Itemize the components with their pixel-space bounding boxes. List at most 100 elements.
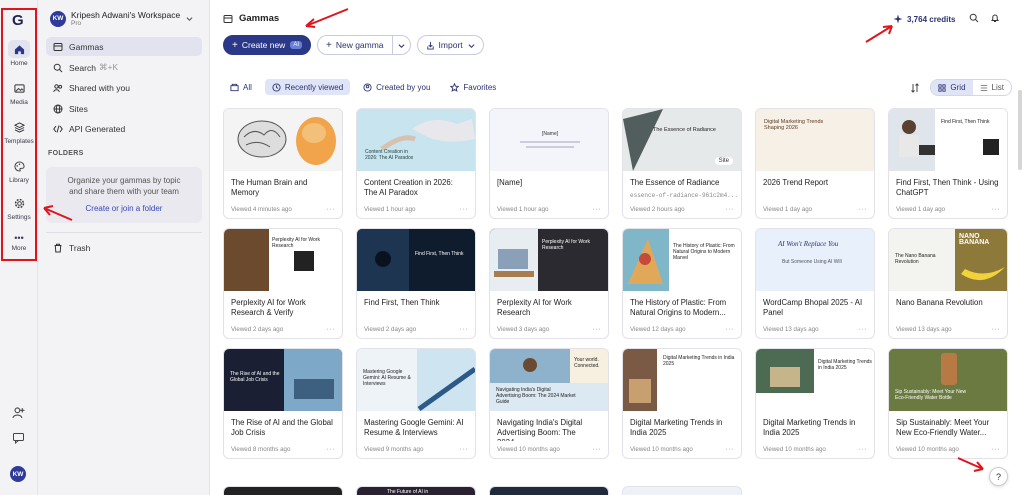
import-button[interactable]: Import xyxy=(416,35,484,55)
gamma-card[interactable]: The History of Plastic: From Natural Ori… xyxy=(622,228,742,339)
gamma-card[interactable]: Mastering Google Gemini: AI Resume & Int… xyxy=(356,348,476,459)
more-dots-icon[interactable]: ··· xyxy=(593,446,602,453)
sidebar-item-search[interactable]: Search ⌘+K xyxy=(46,58,202,77)
grid-view-button[interactable]: Grid xyxy=(931,80,973,95)
thumb-text: [Name] xyxy=(542,131,559,137)
more-dots-icon[interactable]: ··· xyxy=(726,326,735,333)
gamma-card[interactable]: The Essence of Radiance Site The Essence… xyxy=(622,108,742,219)
avatar[interactable]: KW xyxy=(10,466,26,482)
more-dots-icon[interactable]: ··· xyxy=(859,446,868,453)
more-dots-icon[interactable]: ··· xyxy=(593,206,602,213)
tab-recently-viewed[interactable]: Recently viewed xyxy=(264,79,351,95)
gamma-card[interactable]: Find First, Then Think Find First, Then … xyxy=(888,108,1008,219)
rail-templates[interactable]: Templates xyxy=(3,118,35,145)
help-button[interactable]: ? xyxy=(989,467,1008,486)
gamma-card[interactable]: The Human Brain and Memory Viewed 4 minu… xyxy=(223,108,343,219)
gamma-card[interactable]: The Rise of AI and the Global Job Crisis… xyxy=(223,348,343,459)
folder-icon xyxy=(230,83,239,91)
gamma-card[interactable]: NANO BANANA The Nano Banana Revolution N… xyxy=(888,228,1008,339)
card-title: 2026 Trend Report xyxy=(763,178,829,187)
chevron-down-icon xyxy=(398,43,405,48)
workspace-switcher[interactable]: KW Kripesh Adwani's Workspace Pro xyxy=(50,10,193,27)
card-title: Find First, Then Think xyxy=(364,298,440,307)
rail-templates-label: Templates xyxy=(4,138,34,145)
more-dots-icon[interactable]: ··· xyxy=(859,326,868,333)
tab-label: Created by you xyxy=(376,82,431,92)
sidebar-item-sites[interactable]: Sites xyxy=(46,99,202,118)
chat-icon[interactable] xyxy=(12,432,25,444)
sort-icon[interactable] xyxy=(910,82,920,93)
new-gamma-button[interactable]: + New gamma xyxy=(316,35,411,55)
workspace-avatar: KW xyxy=(50,10,66,27)
rail-more[interactable]: ••• More xyxy=(3,232,35,252)
list-view-button[interactable]: List xyxy=(973,80,1011,95)
sidebar-item-label: Trash xyxy=(69,242,91,253)
gamma-card[interactable] xyxy=(223,486,343,495)
rail-settings[interactable]: Settings xyxy=(3,194,35,221)
more-dots-icon[interactable]: ··· xyxy=(992,446,1001,453)
gamma-card[interactable] xyxy=(489,486,609,495)
more-dots-icon[interactable]: ··· xyxy=(327,206,336,213)
tab-favorites[interactable]: Favorites xyxy=(443,79,503,95)
more-dots-icon[interactable]: ··· xyxy=(992,206,1001,213)
rail-library[interactable]: Library xyxy=(3,157,35,184)
sidebar-divider xyxy=(46,232,202,233)
gamma-logo[interactable]: G xyxy=(12,12,26,29)
gamma-card[interactable]: Perplexity AI for Work Research Perplexi… xyxy=(489,228,609,339)
tab-all[interactable]: All xyxy=(223,79,259,95)
sidebar-item-label: API Generated xyxy=(69,123,126,134)
card-meta: Viewed 1 day ago xyxy=(896,206,946,213)
card-meta: Viewed 1 day ago xyxy=(763,206,813,213)
sidebar-item-gammas[interactable]: Gammas xyxy=(46,37,202,56)
create-folder-link[interactable]: Create or join a folder xyxy=(46,203,202,214)
page-title: Gammas xyxy=(223,13,279,24)
credits-indicator[interactable]: 3,764 credits xyxy=(893,14,955,24)
thumb-text: Digital Marketing Trends Shaping 2026 xyxy=(764,119,824,131)
more-dots-icon[interactable]: ··· xyxy=(726,446,735,453)
more-dots-icon[interactable]: ··· xyxy=(460,206,469,213)
rail-media[interactable]: Media xyxy=(3,79,35,106)
gamma-card[interactable]: Digital Marketing Trends Shaping 2026 20… xyxy=(755,108,875,219)
card-title: The Human Brain and Memory xyxy=(231,178,308,197)
gamma-card[interactable]: Digital Marketing Trends in India 2025 D… xyxy=(755,348,875,459)
tab-created-by-you[interactable]: Created by you xyxy=(356,79,437,95)
sidebar-item-api[interactable]: API Generated xyxy=(46,119,202,138)
scrollbar[interactable] xyxy=(1018,90,1022,170)
more-dots-icon[interactable]: ··· xyxy=(460,446,469,453)
credits-text: 3,764 credits xyxy=(907,14,956,24)
more-dots-icon[interactable]: ··· xyxy=(593,326,602,333)
gamma-card[interactable]: AI Won't Replace You But Someone Using A… xyxy=(755,228,875,339)
more-dots-icon[interactable]: ··· xyxy=(460,326,469,333)
more-dots-icon[interactable]: ··· xyxy=(859,206,868,213)
sidebar-item-trash[interactable]: Trash xyxy=(46,238,202,257)
robot-hand-icon xyxy=(357,109,475,171)
more-dots-icon[interactable]: ··· xyxy=(726,206,735,213)
gamma-card[interactable]: Find First, Then Think Find First, Then … xyxy=(356,228,476,339)
card-thumbnail: NANO BANANA The Nano Banana Revolution xyxy=(889,229,1007,291)
new-gamma-dropdown[interactable] xyxy=(391,35,410,55)
rail-home[interactable]: Home xyxy=(3,40,35,67)
add-user-icon[interactable] xyxy=(12,406,25,419)
more-dots-icon[interactable]: ··· xyxy=(327,326,336,333)
gamma-card[interactable]: Perplexity AI for Work Research Perplexi… xyxy=(223,228,343,339)
gamma-card[interactable]: Your world. Connected. Navigating India'… xyxy=(489,348,609,459)
gamma-card[interactable]: The Future of AI in xyxy=(356,486,476,495)
card-title: Nano Banana Revolution xyxy=(896,298,983,307)
gamma-card[interactable]: Content Creation in 2026: The AI Paradox… xyxy=(356,108,476,219)
empty-slot xyxy=(755,486,875,495)
user-icon xyxy=(363,82,372,92)
more-dots-icon[interactable]: ··· xyxy=(992,326,1001,333)
more-dots-icon[interactable]: ··· xyxy=(327,446,336,453)
gamma-card[interactable]: Digital Marketing Trends in India 2025 D… xyxy=(622,348,742,459)
gamma-card[interactable]: Sip Sustainably: Meet Your New Eco-Frien… xyxy=(888,348,1008,459)
card-thumbnail: The Rise of AI and the Global Job Crisis xyxy=(224,349,342,411)
create-new-button[interactable]: + Create new AI xyxy=(223,35,311,55)
card-title: Perplexity AI for Work Research & Verify xyxy=(231,298,306,317)
gamma-card[interactable]: [Name] [Name] Viewed 1 hour ago ··· xyxy=(489,108,609,219)
sidebar-item-shared[interactable]: Shared with you xyxy=(46,78,202,97)
search-icon xyxy=(53,63,63,72)
gamma-card[interactable] xyxy=(622,486,742,495)
card-title: The Essence of Radiance xyxy=(630,178,720,187)
search-icon[interactable] xyxy=(969,13,979,23)
bell-icon[interactable] xyxy=(990,13,1000,23)
